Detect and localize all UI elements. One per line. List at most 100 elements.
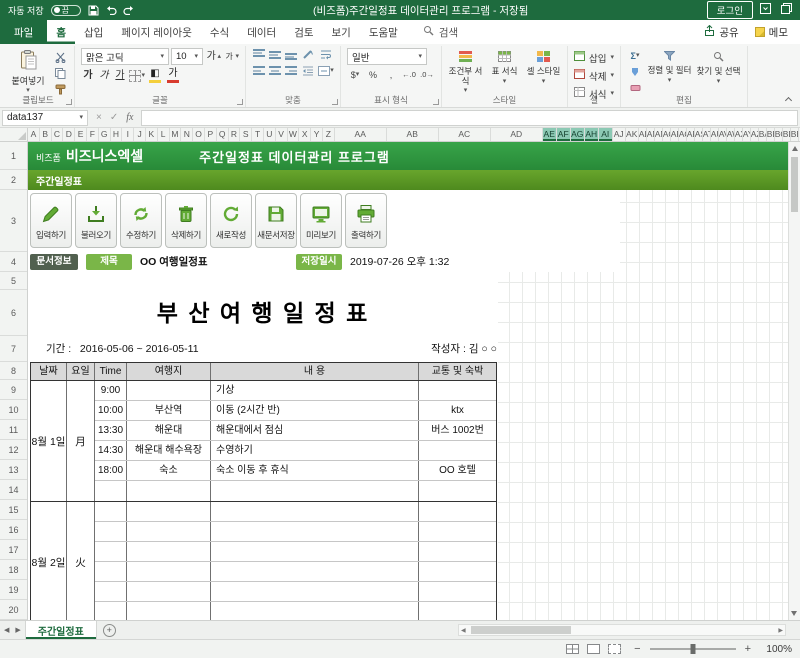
row-header-5[interactable]: 5 [0,272,27,290]
name-box[interactable]: data137 ▾ [2,109,88,126]
column-header-AQ[interactable]: AQ [679,128,687,141]
page-break-view-icon[interactable] [608,644,622,654]
time-cell[interactable] [95,562,127,581]
login-button[interactable]: 로그인 [706,1,753,19]
column-header-L[interactable]: L [158,128,170,141]
percent-style-button[interactable]: % [365,68,381,81]
bold-button[interactable]: 가 [81,69,95,82]
table-header-cell[interactable]: 요일 [67,363,95,380]
period-text[interactable]: 기간 : 2016-05-06 ~ 2016-05-11 [46,336,199,362]
tab-view[interactable]: 보기 [323,20,360,44]
column-header-AI[interactable]: AI [598,128,613,141]
tab-home[interactable]: 홈 [47,20,75,44]
decrease-indent-button[interactable] [300,64,316,77]
column-header-N[interactable]: N [181,128,194,141]
align-left-button[interactable] [252,65,266,76]
time-cell[interactable]: 13:30 [95,421,127,440]
time-cell[interactable]: 9:00 [95,381,127,400]
column-header-E[interactable]: E [75,128,87,141]
column-header-D[interactable]: D [63,128,76,141]
sheet-tab-active[interactable]: 주간일정표 [24,621,97,639]
undo-icon[interactable] [105,5,117,15]
zoom-out-button[interactable]: − [634,643,640,655]
column-header-AB[interactable]: AB [387,128,439,141]
fill-button[interactable] [627,65,643,78]
column-header-AH[interactable]: AH [584,128,599,141]
paste-button[interactable]: 붙여넣기 ▾ [8,48,48,94]
saved-time-value[interactable]: 2019-07-26 오후 1:32 [350,252,449,272]
column-header-V[interactable]: V [276,128,288,141]
formula-input[interactable] [141,109,798,126]
tab-review[interactable]: 검토 [285,20,322,44]
table-header-cell[interactable]: 여행지 [127,363,211,380]
accounting-format-button[interactable]: $ ▾ [347,68,363,81]
horizontal-scroll-thumb[interactable] [471,626,571,634]
cancel-icon[interactable]: × [96,112,102,123]
scroll-down-icon[interactable] [791,611,797,616]
select-all-corner[interactable] [0,128,28,142]
place-cell[interactable] [127,481,211,501]
place-cell[interactable]: 해운대 해수욕장 [127,441,211,460]
autosum-button[interactable]: Σ ▾ [627,49,643,62]
row-header-19[interactable]: 19 [0,580,27,600]
zoom-slider-thumb[interactable] [690,644,696,654]
column-header-Q[interactable]: Q [217,128,229,141]
table-header-cell[interactable]: Time [95,363,127,380]
dialog-launcher-icon[interactable] [433,99,439,105]
content-cell[interactable] [211,562,419,581]
column-header-W[interactable]: W [288,128,300,141]
column-header-BD[interactable]: BD [783,128,791,141]
row-header-16[interactable]: 16 [0,520,27,540]
column-header-B[interactable]: B [40,128,52,141]
column-header-AD[interactable]: AD [491,128,543,141]
copy-button[interactable] [52,67,68,80]
autosave-toggle[interactable]: 끔 [50,4,81,16]
column-header-AU[interactable]: AU [711,128,719,141]
content-cell[interactable]: 기상 [211,381,419,400]
column-header-AY[interactable]: AY [743,128,751,141]
transport-cell[interactable]: OO 호텔 [419,461,496,480]
tab-page-layout[interactable]: 페이지 레이아웃 [112,20,201,44]
time-cell[interactable] [95,522,127,541]
content-cell[interactable] [211,481,419,501]
column-header-U[interactable]: U [264,128,276,141]
column-header-AP[interactable]: AP [671,128,679,141]
transport-cell[interactable] [419,602,496,620]
row-header-13[interactable]: 13 [0,460,27,480]
enter-icon[interactable]: ✓ [110,112,118,123]
merge-center-button[interactable]: ▾ [318,64,334,77]
ribbon-display-options-icon[interactable] [760,3,771,17]
search-box[interactable]: 검색 [423,20,458,44]
place-cell[interactable]: 해운대 [127,421,211,440]
column-header-BB[interactable]: BB [767,128,775,141]
row-header-7[interactable]: 7 [0,336,27,362]
column-header-AC[interactable]: AC [439,128,491,141]
align-center-button[interactable] [268,65,282,76]
column-header-AS[interactable]: AS [695,128,703,141]
number-format-select[interactable]: 일반 ▾ [347,48,427,65]
column-header-A[interactable]: A [28,128,40,141]
collapse-ribbon-button[interactable] [784,95,792,105]
row-header-6[interactable]: 6 [0,290,27,336]
time-cell[interactable] [95,542,127,561]
transport-cell[interactable] [419,522,496,541]
time-cell[interactable] [95,502,127,521]
row-header-20[interactable]: 20 [0,600,27,620]
cell-styles-button[interactable]: 셀 스타일 ▾ [526,48,561,85]
vertical-scroll-thumb[interactable] [791,157,798,212]
save-icon[interactable] [88,5,99,16]
column-header-AX[interactable]: AX [735,128,743,141]
row-header-15[interactable]: 15 [0,500,27,520]
row-header-1[interactable]: 1 [0,142,27,170]
table-header-cell[interactable]: 내 용 [211,363,419,380]
decrease-font-button[interactable]: 가 ▾ [223,50,239,63]
align-right-button[interactable] [284,65,298,76]
align-bottom-button[interactable] [284,49,298,60]
print-button[interactable]: 출력하기 [345,193,387,248]
column-header-C[interactable]: C [52,128,64,141]
transport-cell[interactable] [419,502,496,521]
transport-cell[interactable] [419,481,496,501]
content-cell[interactable] [211,502,419,521]
row-header-17[interactable]: 17 [0,540,27,560]
new-button[interactable]: 새로작성 [210,193,252,248]
